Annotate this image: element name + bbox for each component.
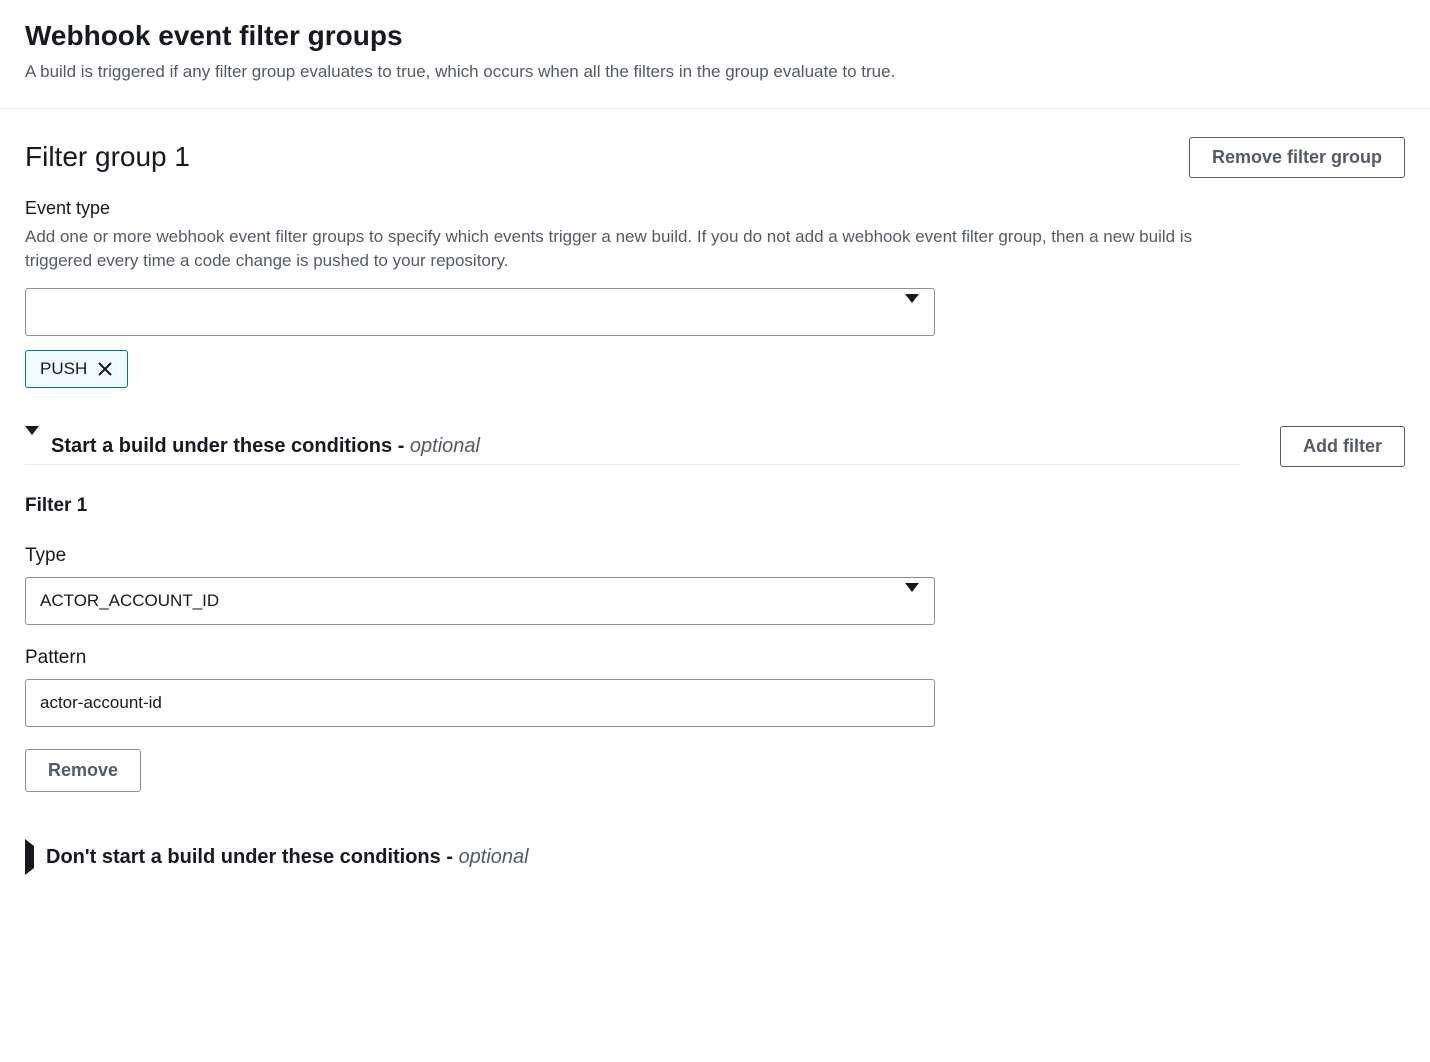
close-icon[interactable] [97,361,113,377]
start-conditions-header[interactable]: Start a build under these conditions - o… [25,429,1240,465]
add-filter-button[interactable]: Add filter [1280,426,1405,467]
start-conditions-content: Filter 1 Type Pattern Remove [25,495,1405,792]
token-label: PUSH [40,359,87,379]
type-field: Type [25,545,935,625]
page-title: Webhook event filter groups [25,20,1405,52]
pattern-field: Pattern [25,647,935,727]
event-type-token[interactable]: PUSH [25,350,128,388]
filter-group-title: Filter group 1 [25,141,190,173]
type-select[interactable] [25,577,935,625]
optional-label: optional [459,846,529,868]
page-subtitle: A build is triggered if any filter group… [25,60,1405,84]
pattern-input[interactable] [25,679,935,727]
pattern-label: Pattern [25,647,935,669]
caret-right-icon [25,846,34,869]
start-conditions-title: Start a build under these conditions - [51,435,410,457]
filter-group-header: Filter group 1 Remove filter group [25,137,1405,178]
caret-down-icon [25,435,39,458]
event-type-label: Event type [25,198,1405,219]
dont-start-conditions-row: Don't start a build under these conditio… [25,840,1405,875]
dont-start-conditions-header[interactable]: Don't start a build under these conditio… [25,840,1365,875]
event-type-tokens: PUSH [25,350,1405,388]
dont-start-conditions-title: Don't start a build under these conditio… [46,846,459,868]
remove-filter-group-button[interactable]: Remove filter group [1189,137,1405,178]
event-type-select[interactable] [25,288,935,336]
event-type-section: Event type Add one or more webhook event… [25,198,1405,388]
optional-label: optional [410,435,480,457]
remove-filter-button[interactable]: Remove [25,749,141,792]
type-label: Type [25,545,935,567]
divider [0,108,1430,109]
event-type-select-wrapper [25,288,935,336]
event-type-description: Add one or more webhook event filter gro… [25,225,1225,274]
filter-title: Filter 1 [25,495,1405,517]
start-conditions-row: Start a build under these conditions - o… [25,426,1405,467]
